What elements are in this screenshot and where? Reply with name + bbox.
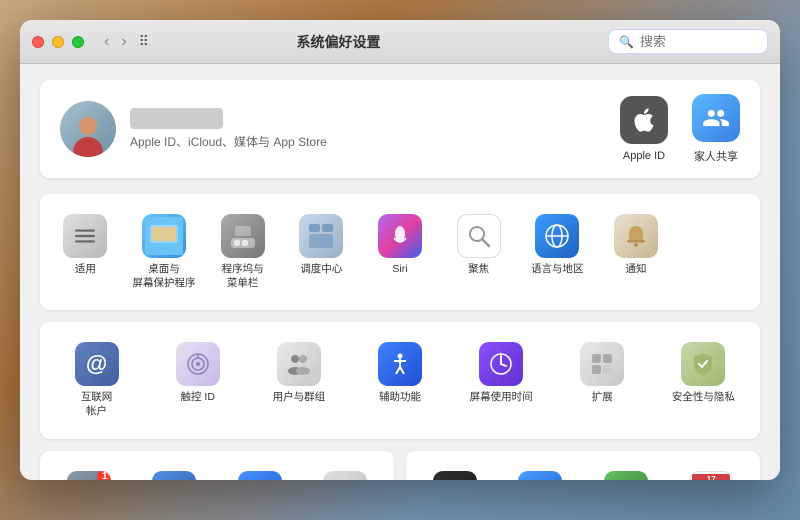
- apple-id-label: Apple ID: [623, 150, 665, 162]
- avatar-body: [73, 137, 103, 157]
- settings-grid-3: 1 软件更新 网络: [48, 463, 386, 480]
- siri-icon: [378, 214, 422, 258]
- profile-left: Apple ID、iCloud、媒体与 App Store: [60, 101, 327, 157]
- family-sharing-label: 家人共享: [694, 148, 738, 164]
- softupdate-badge: 1: [97, 471, 111, 480]
- settings-item-siri[interactable]: Siri: [363, 206, 438, 298]
- settings-item-screentime[interactable]: 屏幕使用时间: [453, 334, 550, 426]
- apple-id-icon: [620, 96, 668, 144]
- internet-label: 互联网帐户: [81, 391, 113, 418]
- profile-section: Apple ID、iCloud、媒体与 App Store Apple ID: [40, 80, 760, 178]
- touch-id-label: 触控 ID: [181, 391, 215, 405]
- settings-item-bluetooth[interactable]: 蓝牙: [219, 463, 301, 480]
- desktop-label: 桌面与屏幕保护程序: [132, 263, 195, 290]
- settings-item-battery[interactable]: 电池: [585, 463, 667, 480]
- content-area: Apple ID、iCloud、媒体与 App Store Apple ID: [20, 64, 780, 480]
- settings-section-3: 1 软件更新 网络: [40, 451, 394, 480]
- profile-name: [130, 108, 223, 129]
- settings-item-general[interactable]: 适用: [48, 206, 123, 298]
- window-title: 系统偏好设置: [69, 32, 608, 52]
- settings-item-mission[interactable]: 调度中心: [284, 206, 359, 298]
- accessibility-icon: [378, 342, 422, 386]
- sound-icon: [323, 471, 367, 480]
- screentime-label: 屏幕使用时间: [470, 391, 533, 405]
- extensions-label: 扩展: [592, 391, 613, 405]
- mission-icon: [299, 214, 343, 258]
- notification-label: 通知: [625, 263, 646, 277]
- profile-right: Apple ID 家人共享: [620, 94, 740, 164]
- bluetooth-icon: [238, 471, 282, 480]
- titlebar: ‹ › ⠿ 系统偏好设置 🔍: [20, 20, 780, 64]
- system-preferences-window: ‹ › ⠿ 系统偏好设置 🔍 Apple ID、i: [20, 20, 780, 480]
- settings-item-touch-id[interactable]: 触控 ID: [149, 334, 246, 426]
- avatar-figure: [69, 113, 107, 157]
- dock-label: 程序坞与菜单栏: [222, 263, 264, 290]
- bottom-sections: 1 软件更新 网络: [40, 451, 760, 480]
- settings-grid-2: @ 互联网帐户 触控 ID: [48, 334, 752, 426]
- spotlight-icon: [457, 214, 501, 258]
- settings-item-spotlight[interactable]: 聚焦: [441, 206, 516, 298]
- profile-description: Apple ID、iCloud、媒体与 App Store: [130, 133, 327, 150]
- users-icon: [277, 342, 321, 386]
- touch-id-icon: [176, 342, 220, 386]
- search-icon: 🔍: [619, 35, 634, 49]
- language-label: 语言与地区: [531, 263, 584, 277]
- internet-icon: @: [75, 342, 119, 386]
- settings-grid-4: 显示器 随航: [414, 463, 752, 480]
- general-icon: [63, 214, 107, 258]
- notification-icon: [614, 214, 658, 258]
- search-input[interactable]: [640, 34, 750, 49]
- sidecar-icon: [518, 471, 562, 480]
- battery-icon: [604, 471, 648, 480]
- settings-item-extensions[interactable]: 扩展: [554, 334, 651, 426]
- siri-label: Siri: [392, 263, 407, 277]
- network-icon: [152, 471, 196, 480]
- minimize-button[interactable]: [52, 36, 64, 48]
- settings-grid-1: 适用 桌面与屏幕保护程序: [48, 206, 752, 298]
- settings-item-language[interactable]: 语言与地区: [520, 206, 595, 298]
- settings-item-dock[interactable]: 程序坞与菜单栏: [205, 206, 280, 298]
- settings-item-security[interactable]: 安全性与隐私: [655, 334, 752, 426]
- close-button[interactable]: [32, 36, 44, 48]
- users-label: 用户与群组: [273, 391, 326, 405]
- settings-item-sound[interactable]: 声音: [305, 463, 387, 480]
- extensions-icon: [580, 342, 624, 386]
- accessibility-label: 辅助功能: [379, 391, 421, 405]
- profile-info: Apple ID、iCloud、媒体与 App Store: [130, 108, 327, 150]
- softupdate-icon: 1: [67, 471, 111, 480]
- datetime-icon: 17: [689, 471, 733, 480]
- settings-section-4: 显示器 随航: [406, 451, 760, 480]
- security-label: 安全性与隐私: [672, 391, 735, 405]
- dock-icon: [221, 214, 265, 258]
- settings-item-internet[interactable]: @ 互联网帐户: [48, 334, 145, 426]
- settings-item-datetime[interactable]: 17 日期与时间: [671, 463, 753, 480]
- family-sharing-icon: [692, 94, 740, 142]
- settings-item-notification[interactable]: 通知: [599, 206, 674, 298]
- search-box[interactable]: 🔍: [608, 29, 768, 54]
- settings-item-network[interactable]: 网络: [134, 463, 216, 480]
- settings-item-sidecar[interactable]: 随航: [500, 463, 582, 480]
- settings-item-accessibility[interactable]: 辅助功能: [351, 334, 448, 426]
- settings-item-desktop[interactable]: 桌面与屏幕保护程序: [127, 206, 202, 298]
- settings-section-1: 适用 桌面与屏幕保护程序: [40, 194, 760, 310]
- security-icon: [681, 342, 725, 386]
- mission-label: 调度中心: [300, 263, 342, 277]
- settings-item-users[interactable]: 用户与群组: [250, 334, 347, 426]
- avatar[interactable]: [60, 101, 116, 157]
- display-icon: [433, 471, 477, 480]
- settings-item-display[interactable]: 显示器: [414, 463, 496, 480]
- general-label: 适用: [75, 263, 96, 277]
- family-sharing-action[interactable]: 家人共享: [692, 94, 740, 164]
- settings-item-softupdate[interactable]: 1 软件更新: [48, 463, 130, 480]
- settings-section-2: @ 互联网帐户 触控 ID: [40, 322, 760, 438]
- avatar-head: [79, 117, 97, 135]
- screentime-icon: [479, 342, 523, 386]
- desktop-icon: [142, 214, 186, 258]
- spotlight-label: 聚焦: [468, 263, 489, 277]
- language-icon: [535, 214, 579, 258]
- apple-id-action[interactable]: Apple ID: [620, 96, 668, 162]
